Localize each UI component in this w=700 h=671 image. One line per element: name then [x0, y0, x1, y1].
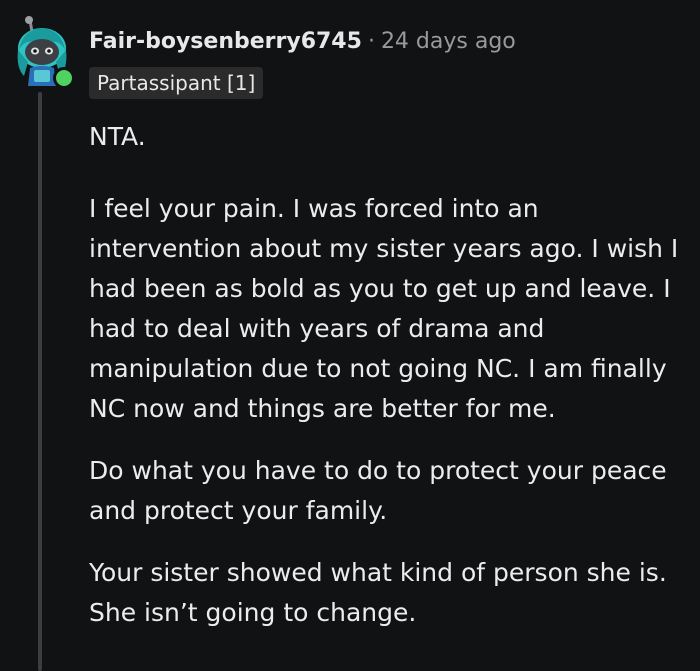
comment-paragraph: NTA. — [89, 122, 146, 151]
thread-collapse-line[interactable] — [38, 92, 42, 671]
header-separator: · — [367, 29, 375, 54]
comment-paragraph: I feel your pain. I was forced into an i… — [89, 194, 679, 423]
user-flair: Partassipant [1] — [89, 67, 264, 99]
comment-body: NTA. I feel your pain. I was forced into… — [89, 117, 689, 655]
comment-paragraph: Your sister showed what kind of person s… — [89, 558, 667, 627]
comment-timestamp[interactable]: 24 days ago — [381, 29, 516, 54]
comment-paragraph: Do what you have to do to protect your p… — [89, 456, 667, 525]
comment-header: Fair-boysenberry6745 · 24 days ago — [89, 27, 516, 57]
username-link[interactable]: Fair-boysenberry6745 — [89, 29, 362, 54]
online-status-indicator — [53, 67, 75, 89]
